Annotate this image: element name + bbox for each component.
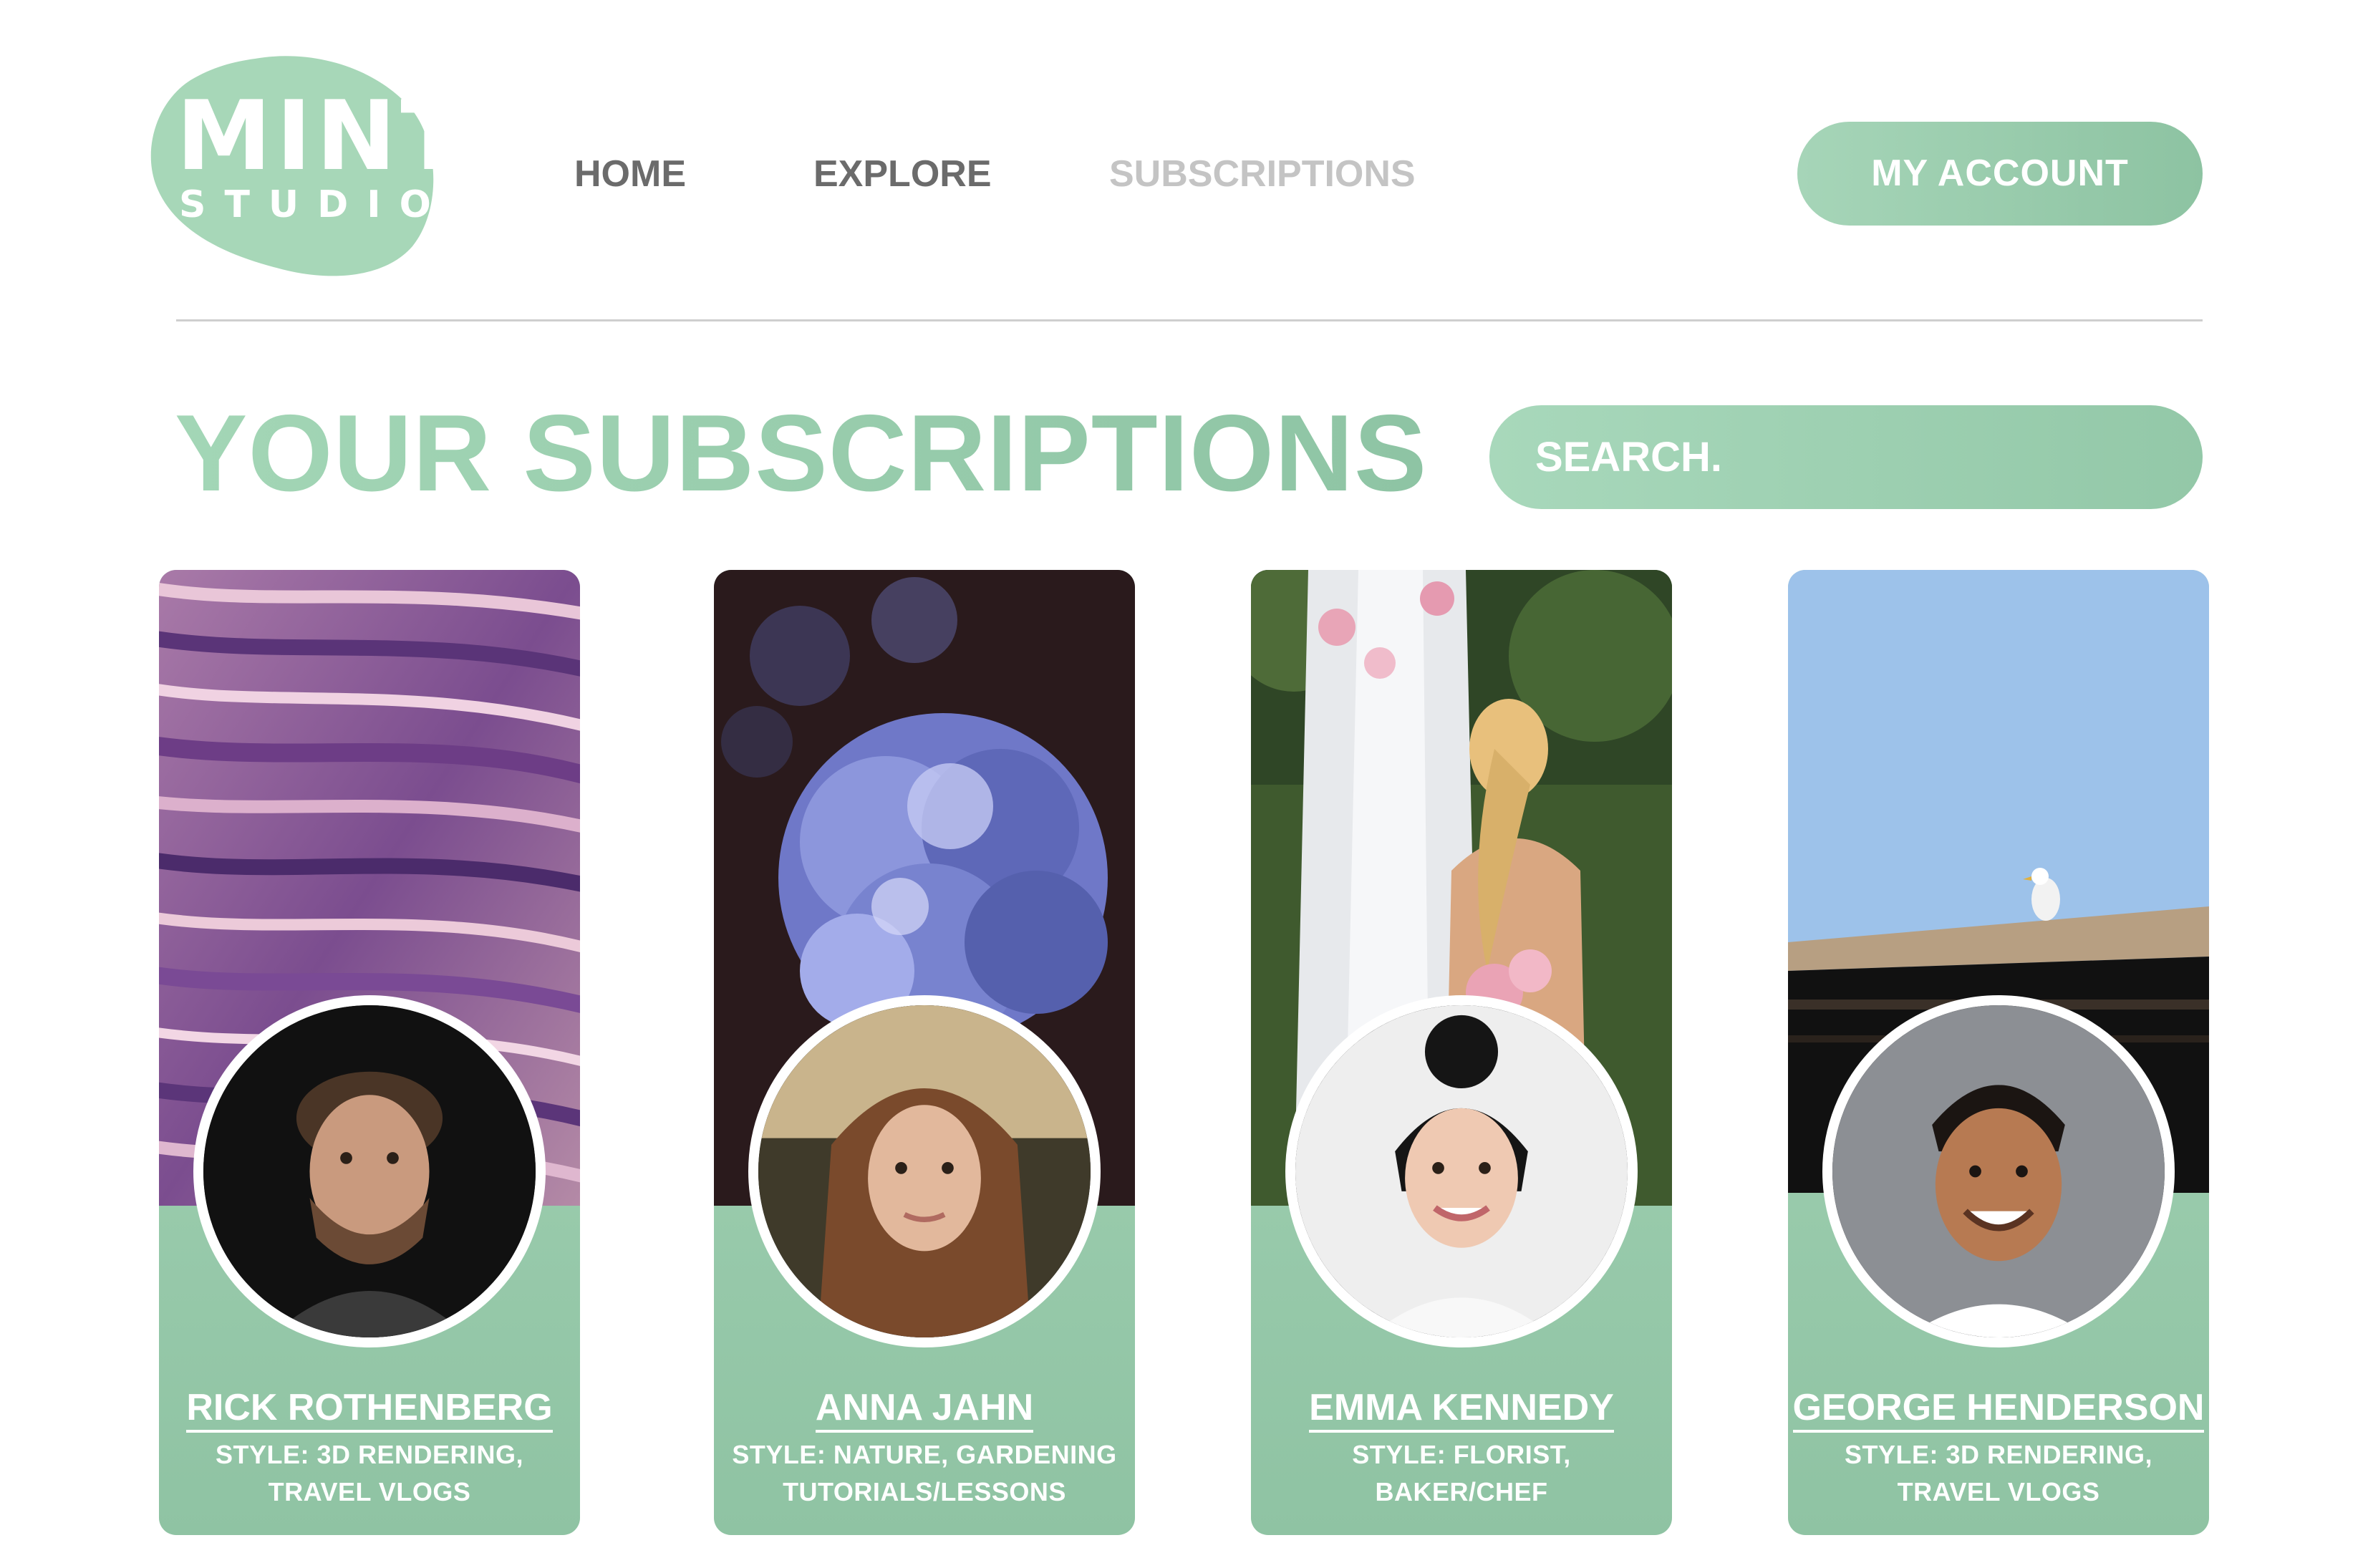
creator-style-line-2: TRAVEL VLOGS: [268, 1477, 471, 1506]
creator-style-line-1: STYLE: 3D RENDERING,: [215, 1440, 524, 1469]
creator-style-line-2: BAKER/CHEF: [1375, 1477, 1548, 1506]
creator-name[interactable]: RICK ROTHENBERG: [159, 1383, 580, 1433]
avatar-anna-jahn: [748, 995, 1101, 1347]
creator-name-link[interactable]: GEORGE HENDERSON: [1792, 1387, 2205, 1433]
avatar-emma-kennedy: [1285, 995, 1638, 1347]
my-account-button[interactable]: MY ACCOUNT: [1797, 122, 2203, 226]
creator-name[interactable]: EMMA KENNEDY: [1251, 1383, 1672, 1433]
creator-style-line-1: STYLE: NATURE, GARDENING: [732, 1440, 1117, 1469]
avatar-george-henderson: [1822, 995, 2175, 1347]
creator-name[interactable]: ANNA JAHN: [714, 1383, 1135, 1433]
logo-wordmark: MINT: [176, 80, 470, 192]
creator-name[interactable]: GEORGE HENDERSON: [1788, 1383, 2209, 1433]
nav-home[interactable]: HOME: [574, 149, 686, 199]
creator-style: STYLE: FLORIST, BAKER/CHEF: [1251, 1436, 1672, 1511]
nav-subscriptions[interactable]: SUBSCRIPTIONS: [1109, 149, 1416, 199]
creator-style-line-2: TUTORIALS/LESSONS: [783, 1477, 1066, 1506]
search-input[interactable]: [1489, 405, 2203, 509]
nav-explore[interactable]: EXPLORE: [813, 149, 992, 199]
creator-name-link[interactable]: RICK ROTHENBERG: [186, 1387, 553, 1433]
mint-studio-logo[interactable]: MINT STUDIO: [148, 53, 470, 279]
creator-name-link[interactable]: ANNA JAHN: [815, 1387, 1034, 1433]
subscription-card-emma-kennedy[interactable]: EMMA KENNEDY STYLE: FLORIST, BAKER/CHEF: [1251, 570, 1672, 1535]
creator-style-line-1: STYLE: FLORIST,: [1352, 1440, 1571, 1469]
subscription-card-anna-jahn[interactable]: ANNA JAHN STYLE: NATURE, GARDENING TUTOR…: [714, 570, 1135, 1535]
logo-subtitle: STUDIO: [179, 183, 450, 226]
avatar-rick-rothenberg: [193, 995, 546, 1347]
header-divider: [176, 319, 2203, 321]
creator-style: STYLE: 3D RENDERING, TRAVEL VLOGS: [1788, 1436, 2209, 1511]
page-title: YOUR SUBSCRIPTIONS: [175, 392, 1428, 514]
creator-style-line-2: TRAVEL VLOGS: [1897, 1477, 2100, 1506]
creator-name-link[interactable]: EMMA KENNEDY: [1309, 1387, 1614, 1433]
creator-style: STYLE: NATURE, GARDENING TUTORIALS/LESSO…: [714, 1436, 1135, 1511]
creator-style-line-1: STYLE: 3D RENDERING,: [1844, 1440, 2153, 1469]
creator-style: STYLE: 3D RENDERING, TRAVEL VLOGS: [159, 1436, 580, 1511]
subscription-card-rick-rothenberg[interactable]: RICK ROTHENBERG STYLE: 3D RENDERING, TRA…: [159, 570, 580, 1535]
subscription-card-george-henderson[interactable]: GEORGE HENDERSON STYLE: 3D RENDERING, TR…: [1788, 570, 2209, 1535]
search-bar[interactable]: [1489, 405, 2203, 509]
